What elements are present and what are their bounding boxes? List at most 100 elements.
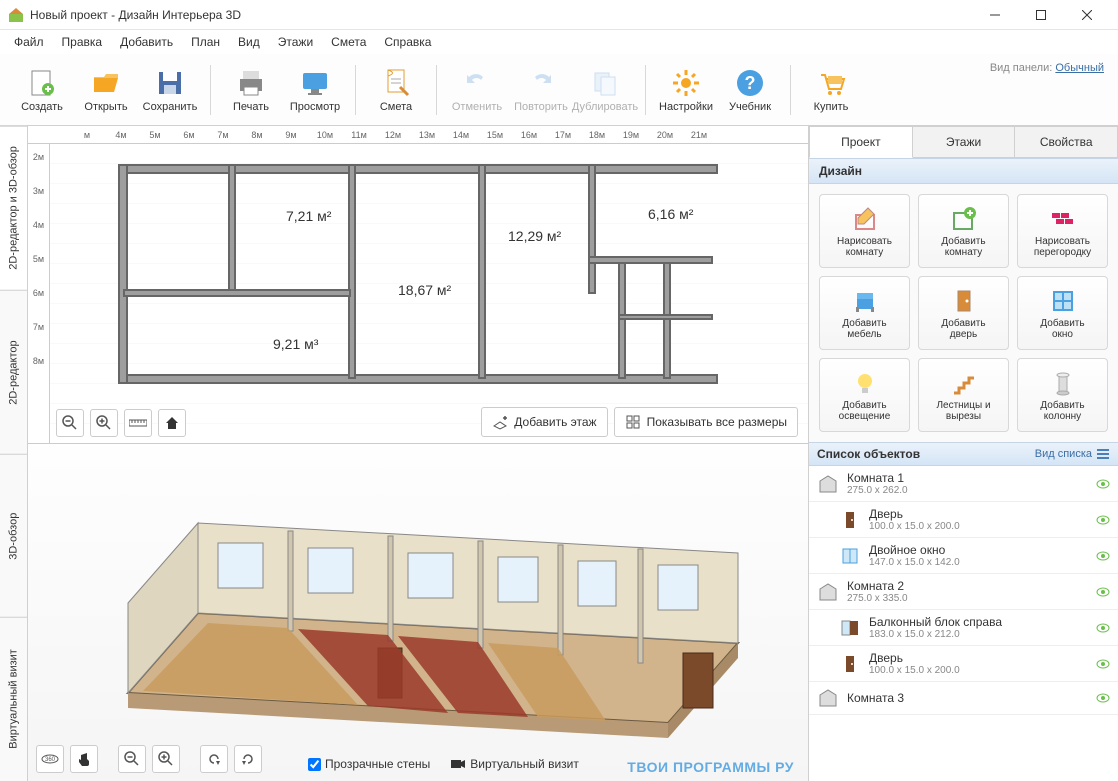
rotate-360-button[interactable]: 360	[36, 745, 64, 773]
tool-add-door[interactable]: Добавитьдверь	[918, 276, 1009, 350]
settings-icon	[670, 67, 702, 99]
maximize-button[interactable]	[1018, 0, 1064, 30]
main-toolbar: Вид панели: Обычный СоздатьОткрытьСохран…	[0, 54, 1118, 126]
view-3d[interactable]: 360 Прозрачные стены Виртуальный визит Т…	[28, 444, 808, 781]
zoom-out-button[interactable]	[56, 409, 84, 437]
app-icon	[8, 7, 24, 23]
buy-icon	[815, 67, 847, 99]
help-icon: ?	[734, 67, 766, 99]
toolbar-create-button[interactable]: Создать	[10, 60, 74, 120]
tool-add-column[interactable]: Добавитьколонну	[1017, 358, 1108, 432]
object-item[interactable]: Комната 1275.0 x 262.0	[809, 466, 1118, 502]
room-label: 6,16 м²	[648, 206, 693, 222]
door-icon	[839, 509, 861, 531]
menu-edit[interactable]: Правка	[54, 32, 111, 52]
visibility-icon[interactable]	[1096, 513, 1110, 527]
add-light-icon	[851, 369, 879, 397]
tool-add-light[interactable]: Добавитьосвещение	[819, 358, 910, 432]
show-dims-button[interactable]: Показывать все размеры	[614, 407, 798, 437]
design-header: Дизайн	[809, 158, 1118, 184]
home-button[interactable]	[158, 409, 186, 437]
tab-floors[interactable]: Этажи	[913, 126, 1016, 158]
tab-2d3d[interactable]: 2D-редактор и 3D-обзор	[0, 126, 27, 290]
save-icon	[154, 67, 186, 99]
visibility-icon[interactable]	[1096, 585, 1110, 599]
svg-text:?: ?	[745, 73, 756, 93]
tool-add-room[interactable]: Добавитькомнату	[918, 194, 1009, 268]
preview-icon	[299, 67, 331, 99]
plan-2d-tools	[56, 409, 186, 437]
menu-file[interactable]: Файл	[6, 32, 52, 52]
toolbar-save-button[interactable]: Сохранить	[138, 60, 202, 120]
menu-plan[interactable]: План	[183, 32, 228, 52]
visibility-icon[interactable]	[1096, 621, 1110, 635]
tab-properties[interactable]: Свойства	[1015, 126, 1118, 158]
menu-floors[interactable]: Этажи	[270, 32, 321, 52]
zoom-in-button[interactable]	[90, 409, 118, 437]
tab-3d[interactable]: 3D-обзор	[0, 454, 27, 618]
visibility-icon[interactable]	[1096, 549, 1110, 563]
titlebar: Новый проект - Дизайн Интерьера 3D	[0, 0, 1118, 30]
object-item[interactable]: Дверь100.0 x 15.0 x 200.0	[809, 502, 1118, 538]
visibility-icon[interactable]	[1096, 691, 1110, 705]
tool-draw-wall[interactable]: Нарисоватьперегородку	[1017, 194, 1108, 268]
tab-project[interactable]: Проект	[809, 126, 913, 158]
room-icon	[817, 473, 839, 495]
menu-estimate[interactable]: Смета	[323, 32, 374, 52]
object-item[interactable]: Комната 3	[809, 682, 1118, 715]
zoom-in-3d-button[interactable]	[152, 745, 180, 773]
rotate-right-button[interactable]	[234, 745, 262, 773]
pan-button[interactable]	[70, 745, 98, 773]
view-list-link[interactable]: Вид списка	[1035, 447, 1110, 461]
ruler-vertical: 2м3м4м5м6м7м8м	[28, 144, 50, 443]
toolbar-print-button[interactable]: Печать	[219, 60, 283, 120]
menu-add[interactable]: Добавить	[112, 32, 181, 52]
object-item[interactable]: Комната 2275.0 x 335.0	[809, 574, 1118, 610]
add-furniture-icon	[851, 287, 879, 315]
object-item[interactable]: Двойное окно147.0 x 15.0 x 142.0	[809, 538, 1118, 574]
add-window-icon	[1049, 287, 1077, 315]
object-item[interactable]: Дверь100.0 x 15.0 x 200.0	[809, 646, 1118, 682]
tool-add-window[interactable]: Добавитьокно	[1017, 276, 1108, 350]
menu-help[interactable]: Справка	[376, 32, 439, 52]
room-icon	[817, 581, 839, 603]
floorplan: 7,21 м²18,67 м²12,29 м²6,16 м²9,21 м³	[118, 164, 718, 394]
toolbar-settings-button[interactable]: Настройки	[654, 60, 718, 120]
toolbar-help-button[interactable]: ?Учебник	[718, 60, 782, 120]
tool-draw-room[interactable]: Нарисоватькомнату	[819, 194, 910, 268]
object-item[interactable]: Балконный блок справа183.0 x 15.0 x 212.…	[809, 610, 1118, 646]
close-button[interactable]	[1064, 0, 1110, 30]
menu-view[interactable]: Вид	[230, 32, 268, 52]
door-icon	[839, 653, 861, 675]
undo-icon	[461, 67, 493, 99]
zoom-out-3d-button[interactable]	[118, 745, 146, 773]
toolbar-redo-button: Повторить	[509, 60, 573, 120]
visibility-icon[interactable]	[1096, 657, 1110, 671]
add-room-icon	[950, 205, 978, 233]
toolbar-duplicate-button: Дублировать	[573, 60, 637, 120]
virtual-visit-checkbox[interactable]: Виртуальный визит	[450, 757, 579, 771]
left-tabs: 2D-редактор и 3D-обзор 2D-редактор 3D-об…	[0, 126, 28, 781]
tool-stairs[interactable]: Лестницы ивырезы	[918, 358, 1009, 432]
tool-add-furniture[interactable]: Добавитьмебель	[819, 276, 910, 350]
tab-2d[interactable]: 2D-редактор	[0, 290, 27, 454]
minimize-button[interactable]	[972, 0, 1018, 30]
toolbar-buy-button[interactable]: Купить	[799, 60, 863, 120]
duplicate-icon	[589, 67, 621, 99]
plan-2d-view[interactable]: 2м3м4м5м6м7м8м 7,21 м²18,67 м²1	[28, 144, 808, 444]
add-door-icon	[950, 287, 978, 315]
estimate-icon	[380, 67, 412, 99]
toolbar-estimate-button[interactable]: Смета	[364, 60, 428, 120]
panel-mode-label: Вид панели: Обычный	[990, 62, 1104, 74]
toolbar-open-button[interactable]: Открыть	[74, 60, 138, 120]
visibility-icon[interactable]	[1096, 477, 1110, 491]
svg-text:360: 360	[45, 757, 56, 763]
panel-mode-link[interactable]: Обычный	[1055, 62, 1104, 74]
measure-button[interactable]	[124, 409, 152, 437]
tab-virtual[interactable]: Виртуальный визит	[0, 617, 27, 781]
draw-wall-icon	[1049, 205, 1077, 233]
transparent-walls-checkbox[interactable]: Прозрачные стены	[308, 757, 430, 771]
add-floor-button[interactable]: Добавить этаж	[481, 407, 607, 437]
rotate-left-button[interactable]	[200, 745, 228, 773]
toolbar-preview-button[interactable]: Просмотр	[283, 60, 347, 120]
